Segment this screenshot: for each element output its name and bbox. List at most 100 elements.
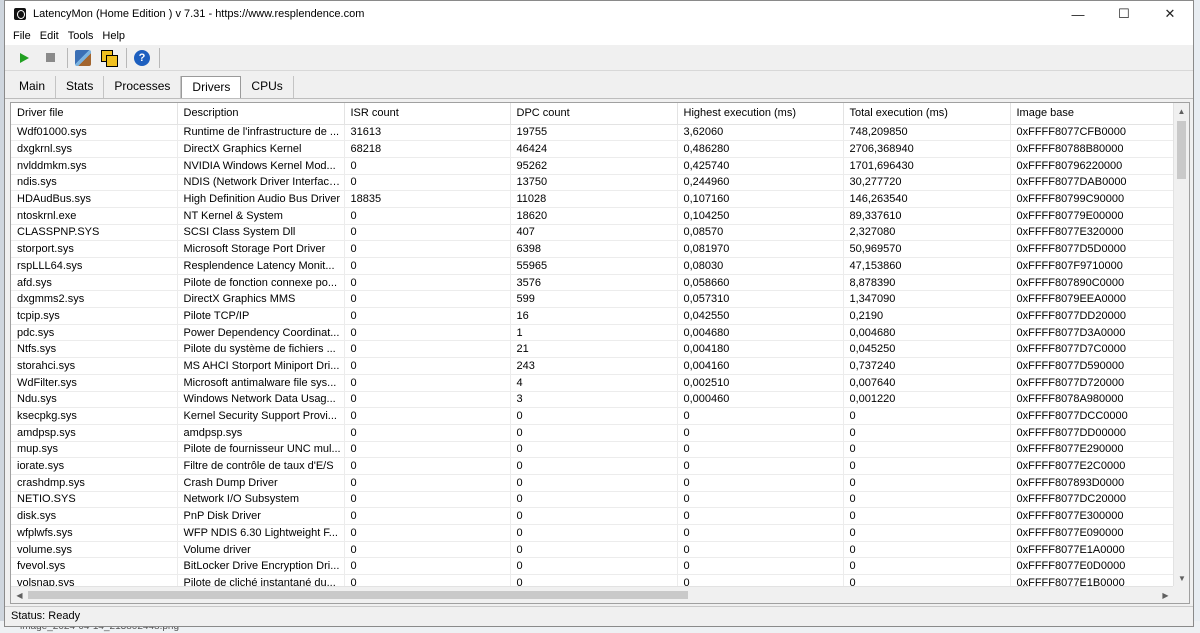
table-row[interactable]: disk.sys PnP Disk Driver 0 0 0 0 0xFFFF8077E30… — [11, 507, 1175, 525]
table-cell: 0 — [677, 407, 844, 425]
tab-stats[interactable]: Stats — [56, 76, 105, 98]
column-header[interactable]: Highest execution (ms) — [677, 103, 844, 125]
horizontal-scroll-thumb[interactable] — [28, 591, 688, 599]
table-row[interactable]: mup.sys Pilote de fournisseur UNC mul... 0… — [11, 441, 1175, 459]
table-cell: WdFilter.sys — [11, 374, 178, 392]
table-cell: 0 — [510, 541, 678, 559]
table-row[interactable]: ntoskrnl.exe NT Kernel & System 0 18620 0,10… — [11, 207, 1175, 225]
menu-edit[interactable]: Edit — [40, 30, 59, 42]
table-cell: Pilote TCP/IP — [177, 307, 345, 325]
table-cell: DirectX Graphics Kernel — [177, 140, 345, 158]
menu-help[interactable]: Help — [102, 30, 125, 42]
table-row[interactable]: pdc.sys Power Dependency Coordinat... 0 1 0,… — [11, 324, 1175, 342]
table-cell: 0,081970 — [677, 240, 844, 258]
table-cell: storport.sys — [11, 240, 178, 258]
menu-file[interactable]: File — [13, 30, 31, 42]
tab-drivers[interactable]: Drivers — [181, 76, 242, 98]
table-cell: 0 — [677, 557, 844, 576]
start-button[interactable] — [13, 47, 35, 69]
tab-processes[interactable]: Processes — [104, 76, 182, 98]
table-cell: 6398 — [510, 240, 678, 258]
table-cell: 0 — [677, 457, 844, 475]
scroll-right-arrow-icon[interactable]: ▶ — [1157, 587, 1174, 603]
toolbar-separator — [67, 47, 68, 68]
windows-button[interactable] — [98, 47, 120, 69]
table-cell: Windows Network Data Usag... — [177, 391, 345, 409]
menu-tools[interactable]: Tools — [68, 30, 94, 42]
table-row[interactable]: volume.sys Volume driver 0 0 0 0 0xFFFF8077E1A… — [11, 541, 1175, 559]
table-cell: 0 — [677, 507, 844, 525]
table-row[interactable]: fvevol.sys BitLocker Drive Encryption Dri… — [11, 557, 1175, 576]
table-cell: 0xFFFF8077E0D0000 — [1010, 557, 1175, 576]
table-cell: nvlddmkm.sys — [11, 157, 178, 175]
table-cell: 748,209850 — [843, 124, 1011, 142]
help-button[interactable]: ? — [131, 47, 153, 69]
table-cell: 18620 — [510, 207, 678, 225]
tab-cpus[interactable]: CPUs — [241, 76, 294, 98]
horizontal-scrollbar[interactable]: ◀ ▶ — [11, 586, 1174, 603]
scroll-left-arrow-icon[interactable]: ◀ — [11, 587, 28, 603]
table-cell: 0 — [344, 340, 511, 359]
tab-main[interactable]: Main — [9, 76, 57, 98]
table-cell: amdpsp.sys — [177, 424, 345, 442]
table-row[interactable]: NETIO.SYS Network I/O Subsystem 0 0 0 0 0xFFFF… — [11, 491, 1175, 509]
table-row[interactable]: Ntfs.sys Pilote du système de fichiers ..… — [11, 340, 1175, 359]
column-header[interactable]: Driver file — [11, 103, 178, 125]
stop-button[interactable] — [39, 47, 61, 69]
table-cell: NT Kernel & System — [177, 207, 345, 225]
table-row[interactable]: HDAudBus.sys High Definition Audio Bus Dr… — [11, 190, 1175, 208]
column-header[interactable]: DPC count — [510, 103, 678, 125]
close-button[interactable]: ✕ — [1147, 1, 1193, 27]
table-row[interactable]: dxgkrnl.sys DirectX Graphics Kernel 68218 4… — [11, 140, 1175, 158]
report-button[interactable] — [72, 47, 94, 69]
table-row[interactable]: nvlddmkm.sys NVIDIA Windows Kernel Mod...… — [11, 157, 1175, 175]
table-cell: 0 — [843, 407, 1011, 425]
table-cell: 0,000460 — [677, 391, 844, 409]
column-header[interactable]: Description — [177, 103, 345, 125]
table-row[interactable]: iorate.sys Filtre de contrôle de taux d'E… — [11, 457, 1175, 475]
title-bar[interactable]: LatencyMon (Home Edition ) v 7.31 - http… — [5, 1, 1193, 27]
table-cell: 89,337610 — [843, 207, 1011, 225]
scroll-down-arrow-icon[interactable]: ▼ — [1174, 570, 1189, 587]
table-row[interactable]: CLASSPNP.SYS SCSI Class System Dll 0 407 0,0… — [11, 224, 1175, 242]
table-cell: 0 — [510, 474, 678, 492]
table-row[interactable]: tcpip.sys Pilote TCP/IP 0 16 0,042550 0,2190 0… — [11, 307, 1175, 325]
table-row[interactable]: WdFilter.sys Microsoft antimalware file s… — [11, 374, 1175, 392]
table-row[interactable]: ndis.sys NDIS (Network Driver Interface..… — [11, 174, 1175, 192]
table-cell: 0 — [344, 474, 511, 492]
table-cell: 0 — [344, 391, 511, 409]
table-cell: 0 — [344, 457, 511, 475]
table-row[interactable]: dxgmms2.sys DirectX Graphics MMS 0 599 0,057… — [11, 290, 1175, 309]
table-row[interactable]: storahci.sys MS AHCI Storport Miniport Dr… — [11, 357, 1175, 375]
table-row[interactable]: ksecpkg.sys Kernel Security Support Provi… — [11, 407, 1175, 425]
table-row[interactable]: wfplwfs.sys WFP NDIS 6.30 Lightweight F..… — [11, 524, 1175, 542]
table-cell: 0xFFFF8077D7C0000 — [1010, 340, 1175, 359]
vertical-scroll-thumb[interactable] — [1177, 121, 1186, 179]
table-row[interactable]: Wdf01000.sys Runtime de l'infrastructure … — [11, 124, 1175, 142]
maximize-button[interactable]: ☐ — [1101, 1, 1147, 27]
table-row[interactable]: Ndu.sys Windows Network Data Usag... 0 3 0,0… — [11, 391, 1175, 409]
table-row[interactable]: amdpsp.sys amdpsp.sys 0 0 0 0 0xFFFF8077DD0000… — [11, 424, 1175, 442]
menu-bar: File Edit Tools Help — [5, 27, 1193, 45]
minimize-button[interactable]: — — [1055, 1, 1101, 27]
table-cell: crashdmp.sys — [11, 474, 178, 492]
table-row[interactable]: rspLLL64.sys Resplendence Latency Monit..… — [11, 257, 1175, 275]
scroll-up-arrow-icon[interactable]: ▲ — [1174, 103, 1189, 120]
table-cell: Ntfs.sys — [11, 340, 178, 359]
column-header[interactable]: Image base — [1010, 103, 1175, 125]
table-row[interactable]: crashdmp.sys Crash Dump Driver 0 0 0 0 0xFFFF8… — [11, 474, 1175, 492]
table-cell: CLASSPNP.SYS — [11, 224, 178, 242]
table-cell: 18835 — [344, 190, 511, 208]
status-bar: Status: Ready — [5, 606, 1193, 626]
table-cell: wfplwfs.sys — [11, 524, 178, 542]
vertical-scrollbar[interactable]: ▲ ▼ — [1173, 103, 1189, 587]
table-row[interactable]: storport.sys Microsoft Storage Port Drive… — [11, 240, 1175, 258]
table-cell: 0 — [344, 324, 511, 342]
table-cell: 0,107160 — [677, 190, 844, 208]
table-cell: 0 — [510, 557, 678, 576]
column-header[interactable]: ISR count — [344, 103, 511, 125]
table-cell: 0xFFFF807893D0000 — [1010, 474, 1175, 492]
table-cell: 0 — [344, 240, 511, 258]
column-header[interactable]: Total execution (ms) — [843, 103, 1011, 125]
table-row[interactable]: afd.sys Pilote de fonction connexe po... 0… — [11, 274, 1175, 292]
